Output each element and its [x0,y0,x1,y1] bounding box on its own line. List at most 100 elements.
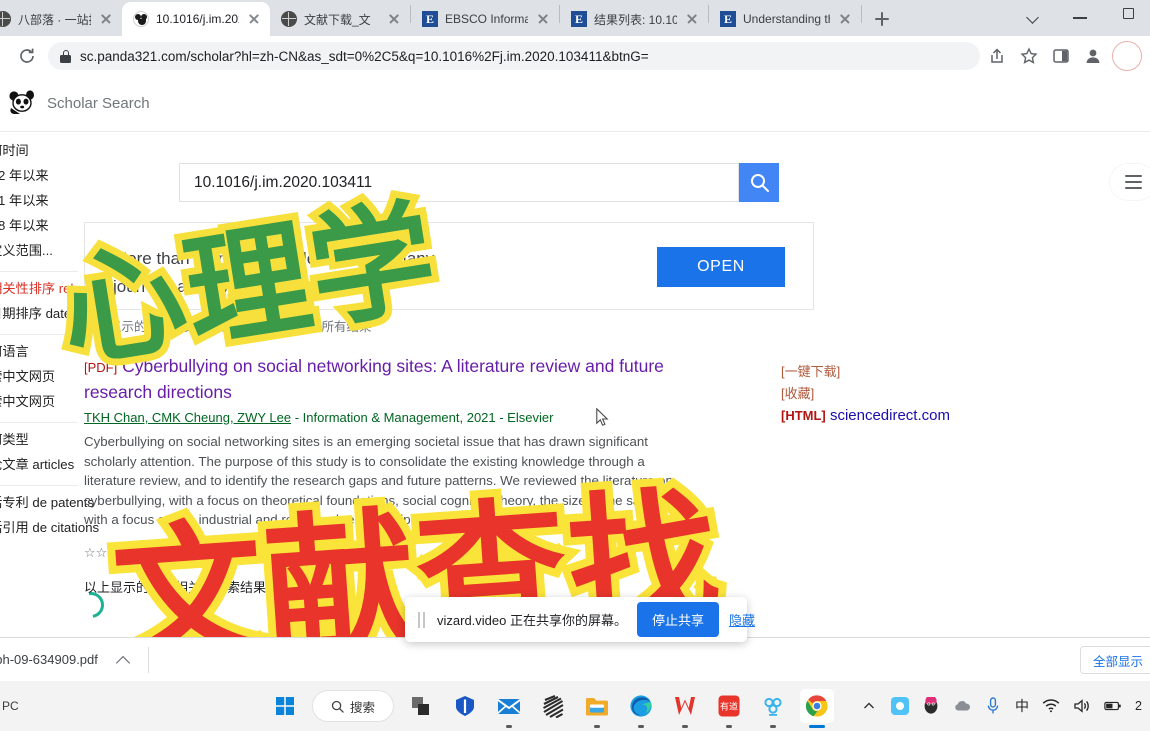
stop-sharing-button[interactable]: 停止共享 [636,602,719,637]
result-authors[interactable]: TKH Chan, CMK Cheung, ZWY Lee [84,410,291,425]
sidebar-item-since-2021[interactable]: 2021 年以来 [0,188,78,213]
result-snippet: Cyberbullying on social networking sites… [84,434,673,527]
download-item[interactable]: ubh-09-634909.pdf [0,652,130,667]
sidebar-item-any-time[interactable]: 任何时间 [0,138,78,163]
search-input-value: 10.1016/j.im.2020.103411 [194,173,373,191]
edge-icon[interactable] [624,689,658,728]
sidebar-item-include-patents[interactable]: 包括专利 de patents [0,490,94,515]
share-icon[interactable] [982,41,1012,71]
mouse-cursor [596,407,609,427]
search-icon [331,700,344,713]
volume-icon[interactable] [1073,697,1091,715]
search-input[interactable]: 10.1016/j.im.2020.103411 [179,163,739,202]
hide-button[interactable]: 隐藏 [729,610,755,629]
show-all-downloads-button[interactable]: 全部显示 [1079,646,1150,674]
sidebar-item-since-2022[interactable]: 2022 年以来 [0,163,78,188]
qq-penguin-icon[interactable] [922,697,940,715]
action-related[interactable]: 相关文章 [240,544,292,563]
browser-tab-5[interactable]: E Understanding th [709,2,861,36]
taskbar-clock[interactable]: 2 [1135,699,1142,713]
taskbar-search-label: 搜索 [350,700,376,715]
taskbar-running-dot [638,725,645,728]
new-tab-button[interactable] [868,5,896,33]
side-panel-icon[interactable] [1046,41,1076,71]
profile-icon[interactable] [1078,41,1108,71]
action-versions[interactable]: 所有 9 个版本 [306,544,385,563]
drag-grip-icon[interactable] [417,611,427,628]
html-source-link[interactable]: [HTML] sciencedirect.com [781,405,950,427]
mail-icon[interactable] [492,689,526,728]
tab-label: 结果列表: 10.1027 [594,12,677,27]
sidebar-item-sort-date[interactable]: 按日期排序 date [0,301,78,326]
sidebar-item-include-citations[interactable]: 包括引用 de citations [0,515,99,540]
task-view-icon[interactable] [404,689,438,723]
html-domain: sciencedirect.com [829,407,950,424]
window-controls [1012,0,1150,34]
sidebar-item-custom-range[interactable]: 自定义范围... [0,238,78,263]
result-title[interactable]: [PDF] Cyberbullying on social networking… [84,354,684,404]
browser-tab-3[interactable]: E EBSCO Informatio [411,2,559,36]
ime-chinese-icon[interactable]: 中 [1015,697,1029,715]
close-icon[interactable] [98,11,114,27]
app-tray-icon[interactable] [891,697,910,715]
sidebar-item-any-type[interactable]: 任何类型 [0,427,78,452]
browser-tab-0[interactable]: 八部落 · 一站搞定 [0,2,122,36]
download-shelf: ubh-09-634909.pdf 全部显示 [0,637,1150,681]
copilot-icon[interactable] [448,689,482,723]
taskbar-running-dot [506,725,513,728]
taskbar-search[interactable]: 搜索 [312,690,395,722]
sidebar-item-chinese-pages-1[interactable]: 搜索中文网页 [0,364,78,389]
sidebar-item-review-articles[interactable]: 评论文章 articles [0,452,78,477]
close-icon[interactable] [684,11,700,27]
avatar[interactable] [1112,41,1142,71]
reload-button[interactable] [12,41,42,71]
windows-start-icon[interactable] [268,689,302,723]
show-hidden-icons-chevron[interactable] [860,697,878,715]
result-title-text[interactable]: Cyberbullying on social networking sites… [84,356,664,402]
action-cite[interactable]: 引用 [121,544,147,563]
brand[interactable]: Scholar Search [8,90,150,116]
lock-icon [60,49,71,63]
onedrive-icon[interactable] [953,697,971,715]
wifi-icon[interactable] [1042,697,1060,715]
action-cited-by[interactable]: 被引用次数 [161,544,226,563]
svg-text:有道: 有道 [720,701,738,713]
close-icon[interactable] [535,11,551,27]
sidebar-group-type: 任何类型 评论文章 articles [0,423,78,486]
star-icon[interactable]: ☆☆ [84,545,107,561]
chevron-up-icon[interactable] [116,653,130,667]
baidu-netdisk-icon[interactable] [756,689,790,728]
youdao-icon[interactable]: 有道 [712,689,746,728]
close-icon[interactable] [837,11,853,27]
file-explorer-icon[interactable] [580,689,614,728]
close-icon[interactable] [246,11,262,27]
bookmark-star-icon[interactable] [1014,41,1044,71]
close-icon[interactable] [386,11,402,27]
browser-tab-1[interactable]: 10.1016/j.im.2020 [122,2,270,36]
restore-button[interactable] [1104,0,1150,34]
tab-search-button[interactable] [1012,0,1058,34]
chrome-icon[interactable] [800,689,835,728]
microphone-icon[interactable] [984,697,1002,715]
chevron-down-icon [1026,11,1039,24]
sidebar-item-sort-relevance[interactable]: 按相关性排序 relevance [0,276,116,301]
zebra-app-icon[interactable] [536,689,570,723]
hamburger-menu-icon[interactable] [1110,164,1150,200]
minimize-button[interactable] [1058,0,1104,34]
sidebar-item-since-2018[interactable]: 2018 年以来 [0,213,78,238]
battery-icon[interactable] [1104,697,1122,715]
taskbar-active-indicator [809,725,826,728]
open-button[interactable]: OPEN [657,247,785,287]
favorite-link[interactable]: [收藏] [781,383,950,405]
browser-tab-2[interactable]: 文献下载_文献虫 [270,2,410,36]
wps-office-icon[interactable] [668,689,702,728]
address-bar[interactable]: sc.panda321.com/scholar?hl=zh-CN&as_sdt=… [48,42,980,70]
one-click-download-link[interactable]: [一键下载] [781,361,950,383]
sidebar-item-chinese-pages-2[interactable]: 搜索中文网页 [0,389,78,414]
footer-link[interactable]: 查看全部 [288,577,340,596]
panda-logo-icon [8,90,38,116]
search-button[interactable] [739,163,779,202]
tab-label: 文献下载_文献虫 [304,12,371,27]
sidebar-item-any-language[interactable]: 任何语言 [0,339,78,364]
browser-tab-4[interactable]: E 结果列表: 10.1027 [560,2,708,36]
